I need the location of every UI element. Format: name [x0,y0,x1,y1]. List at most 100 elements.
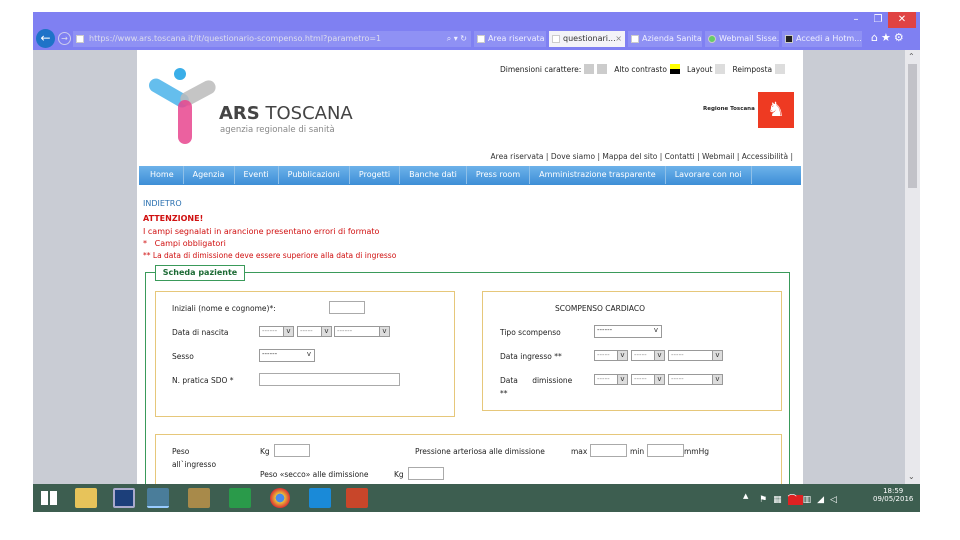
nav-home[interactable]: Home [141,166,184,184]
bp-max-input[interactable] [590,444,627,457]
close-button[interactable]: ✕ [888,12,916,28]
admission-year-select[interactable]: ----- v [668,350,723,361]
top-links: Area riservata | Dove siamo | Mappa del … [490,152,793,161]
link-mappa[interactable]: Mappa del sito [602,152,657,161]
link-accessibilita[interactable]: Accessibilità [742,152,788,161]
date: 09/05/2016 [873,495,914,503]
regione-toscana-logo[interactable]: ♞ [758,92,794,128]
layout-label: Layout [686,64,713,74]
birth-month-select[interactable]: ----- v [297,326,332,337]
cardiac-title: SCOMPENSO CARDIACO [555,304,645,313]
nav-lavorare[interactable]: Lavorare con noi [666,166,752,184]
min-label: min [630,447,645,456]
patient-box: Iniziali (nome e cognome)*: Data di nasc… [155,291,455,417]
bp-label: Pressione arteriosa alle dimissione [415,447,545,456]
scroll-down-icon[interactable]: ⌄ [908,472,915,481]
nav-amministrazione[interactable]: Amministrazione trasparente [530,166,666,184]
regione-toscana-label: Regione Toscana [703,106,755,112]
increase-font-icon[interactable] [597,64,608,74]
internet-explorer-icon[interactable] [147,488,169,508]
discharge-day-select[interactable]: ----- v [594,374,628,385]
layout-icon[interactable] [715,64,726,74]
nav-press-room[interactable]: Press room [467,166,531,184]
show-hidden-icons[interactable]: ▲ [743,492,748,500]
link-webmail[interactable]: Webmail [702,152,734,161]
birth-year-select[interactable]: ------ v [334,326,390,337]
dry-weight-input[interactable] [408,467,444,480]
format-errors-text: I campi segnalati in arancione presentan… [143,227,380,236]
taskbar: ▲ ⚑▦⌒▥◢◁ 18:59 09/05/2016 [33,484,920,512]
scrollbar-thumb[interactable] [908,64,917,188]
link-area-riservata[interactable]: Area riservata [491,152,544,161]
time: 18:59 [883,487,904,495]
scroll-up-icon[interactable]: ⌃ [908,52,915,61]
required-note: * Campi obbligatori [143,239,226,248]
admission-month-select[interactable]: ----- v [631,350,665,361]
birth-day-select[interactable]: ------ v [259,326,294,337]
attention-heading: ATTENZIONE! [143,214,204,223]
discharge-date-mark: ** [500,389,508,398]
date-rule-note: ** La data di dimissione deve essere sup… [143,251,397,260]
tab-hotmail[interactable]: Accedi a Hotm... [782,31,862,47]
start-button[interactable] [41,491,57,505]
web-page: ARS TOSCANA agenzia regionale di sanità … [137,50,803,494]
discharge-year-select[interactable]: ----- v [668,374,723,385]
type-label: Tipo scompenso [500,328,561,337]
font-size-label: Dimensioni carattere: [500,64,582,74]
logo-subtitle: agenzia regionale di sanità [220,125,335,135]
type-select[interactable]: ------ v [594,325,662,338]
reset-label: Reimposta [732,64,773,74]
discharge-month-select[interactable]: ----- v [631,374,665,385]
kg-unit: Kg [260,447,270,456]
mmhg-unit: mmHg [684,447,710,456]
fieldset-legend: Scheda paziente [155,265,245,281]
initials-input[interactable] [329,301,365,314]
admission-weight-input[interactable] [274,444,310,457]
chrome-icon[interactable] [270,488,290,508]
nav-pubblicazioni[interactable]: Pubblicazioni [279,166,350,184]
help-icon[interactable] [113,488,135,508]
tab-questionario[interactable]: questionari... × [549,31,625,47]
high-contrast-icon[interactable] [669,64,680,74]
weight-label: Peso [172,447,190,456]
store-icon[interactable] [229,488,251,508]
tab-webmail[interactable]: Webmail Sisse... [705,31,779,47]
nav-banche-dati[interactable]: Banche dati [400,166,467,184]
close-tab-icon[interactable]: × [615,31,622,47]
file-explorer-icon[interactable] [75,488,97,508]
nav-agenzia[interactable]: Agenzia [184,166,235,184]
accessibility-bar: Dimensioni carattere: Alto contrasto Lay… [500,64,786,74]
sdo-input[interactable] [259,373,400,386]
powerpoint-icon[interactable] [346,488,368,508]
initials-label: Iniziali (nome e cognome)*: [172,304,276,313]
weight-label-2: all`ingresso [172,460,217,469]
cardiac-box: SCOMPENSO CARDIACO Tipo scompenso ------… [482,291,782,411]
decrease-font-icon[interactable] [584,64,595,74]
kg-unit-2: Kg [394,470,404,479]
tab-azienda-sanita[interactable]: Azienda Sanita... [628,31,702,47]
back-link[interactable]: INDIETRO [143,199,182,208]
skype-icon[interactable] [309,488,331,508]
clock[interactable]: 18:59 09/05/2016 [873,487,913,503]
link-contatti[interactable]: Contatti [665,152,695,161]
reset-icon[interactable] [775,64,786,74]
address-bar-row: ← → https://www.ars.toscana.it/it/questi… [33,28,920,50]
discharge-date-label: Data dimissione [500,376,573,385]
forward-button[interactable]: → [58,32,71,45]
home-favorites-settings-icons[interactable]: ⌂★⚙ [871,31,907,44]
vertical-scrollbar[interactable]: ⌃ ⌄ [905,50,920,484]
nav-eventi[interactable]: Eventi [235,166,279,184]
sex-select[interactable]: ------ v [259,349,315,362]
bp-min-input[interactable] [647,444,684,457]
screen: – ❐ ✕ ← → https://www.ars.toscana.it/it/… [33,12,920,512]
admission-day-select[interactable]: ----- v [594,350,628,361]
link-dove-siamo[interactable]: Dove siamo [551,152,595,161]
app-icon[interactable] [188,488,210,508]
sex-label: Sesso [172,352,194,361]
tab-area-riservata[interactable]: Area riservata [474,31,546,47]
url-input[interactable]: https://www.ars.toscana.it/it/questionar… [73,31,471,47]
nav-progetti[interactable]: Progetti [350,166,401,184]
tray-icons[interactable]: ⚑▦⌒▥◢◁ [759,492,843,505]
search-refresh-icon[interactable]: ⌕ ▾ ↻ [447,31,467,47]
back-button[interactable]: ← [36,29,55,48]
